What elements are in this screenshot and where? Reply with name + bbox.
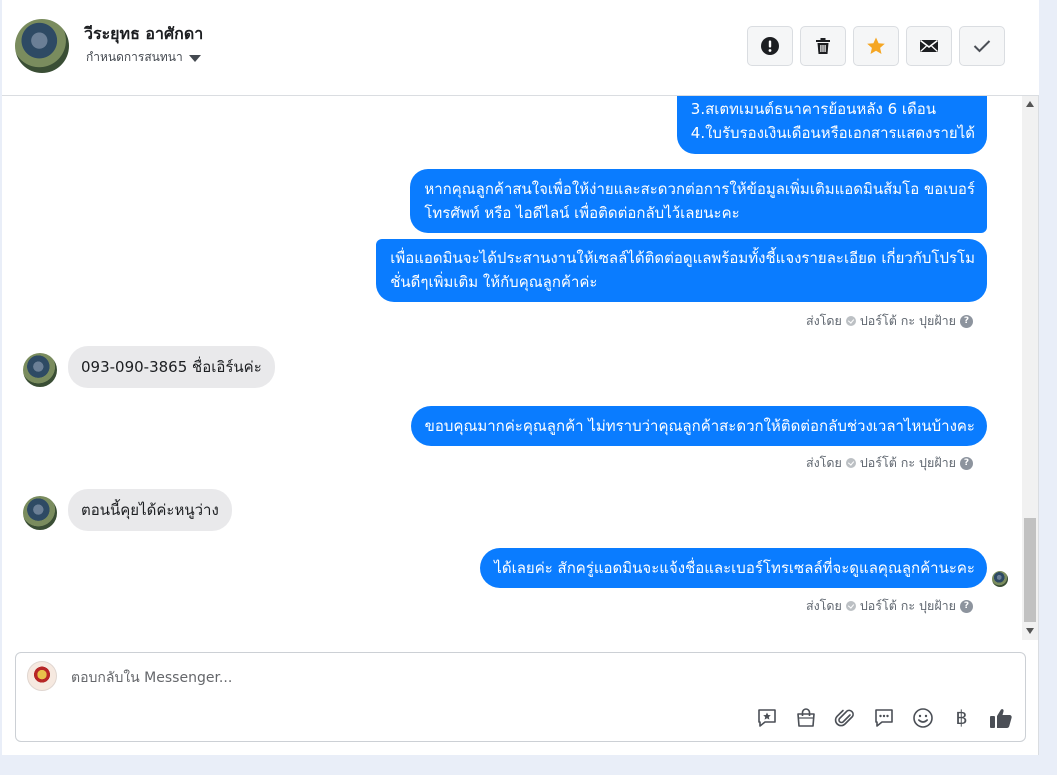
mark-spam-button[interactable] — [747, 26, 793, 66]
outgoing-message[interactable]: หากคุณลูกค้าสนใจเพื่อให้ง่ายและสะดวกต่อก… — [410, 169, 987, 233]
outgoing-message[interactable]: เพื่อแอดมินจะได้ประสานงานให้เซลล์ได้ติดต… — [376, 239, 987, 302]
baht-icon: ฿ — [955, 706, 968, 729]
check-icon — [973, 40, 991, 53]
chevron-down-icon — [188, 55, 201, 62]
star-icon — [867, 37, 885, 54]
delete-button[interactable] — [800, 26, 846, 66]
attach-button[interactable] — [832, 705, 857, 730]
outgoing-message[interactable]: ได้เลยค่ะ สักครู่แอดมินจะแจ้งชื่อและเบอร… — [480, 548, 987, 588]
scroll-down-arrow-icon[interactable] — [1026, 628, 1034, 634]
sent-by-prefix: ส่งโดย — [805, 598, 842, 613]
message-scrollbar[interactable] — [1022, 96, 1038, 640]
message-text-line: หากคุณลูกค้าสนใจเพื่อให้ง่ายและสะดวกต่อก… — [424, 180, 975, 198]
sent-check-icon — [845, 316, 856, 326]
mark-done-button[interactable] — [959, 26, 1005, 66]
incoming-message[interactable]: ตอนนี้คุยได้ค่ะหนูว่าง — [68, 489, 232, 531]
contact-name[interactable]: วีระยุทธ อาศักดา — [84, 22, 203, 47]
help-icon[interactable]: ? — [960, 456, 973, 470]
sent-by-name[interactable]: ปอร์โต้ กะ ปุยฝ้าย — [860, 453, 956, 473]
saved-reply-button[interactable] — [754, 705, 779, 730]
message-text-line: 4.ใบรับรองเงินเดือนหรือเอกสารแสดงรายได้ — [690, 124, 975, 142]
sent-by-name[interactable]: ปอร์โต้ กะ ปุยฝ้าย — [860, 596, 956, 616]
alert-icon — [761, 37, 779, 55]
page-avatar — [27, 661, 57, 691]
reply-input[interactable] — [71, 667, 971, 689]
reply-composer: ฿ — [15, 652, 1026, 742]
outgoing-message[interactable]: 3.สเตทเมนต์ธนาคารย้อนหลัง 6 เดือน 4.ใบรั… — [676, 96, 987, 154]
contact-avatar-small[interactable] — [23, 353, 57, 387]
sent-by-prefix: ส่งโดย — [805, 455, 842, 470]
scroll-up-arrow-icon[interactable] — [1026, 101, 1034, 107]
message-text-line: ชั่นดีๆเพิ่มเติม ให้กับคุณลูกค้าค่ะ — [390, 273, 598, 291]
quick-reply-button[interactable] — [871, 705, 896, 730]
shop-button[interactable] — [793, 705, 818, 730]
assign-conversation-dropdown[interactable]: กำหนดการสนทนา — [86, 48, 201, 67]
mark-unread-button[interactable] — [906, 26, 952, 66]
payment-button[interactable]: ฿ — [949, 705, 974, 730]
like-icon — [989, 708, 1012, 728]
help-icon[interactable]: ? — [960, 599, 973, 613]
assign-label: กำหนดการสนทนา — [86, 50, 183, 64]
chat-bubble-icon — [874, 708, 893, 727]
conversation-header: วีระยุทธ อาศักดา กำหนดการสนทนา — [2, 0, 1039, 96]
help-icon[interactable]: ? — [960, 314, 973, 328]
seen-avatar — [992, 571, 1008, 587]
sent-by-info: ส่งโดย ปอร์โต้ กะ ปุยฝ้าย ? — [806, 453, 973, 473]
message-text-line: เพื่อแอดมินจะได้ประสานงานให้เซลล์ได้ติดต… — [390, 249, 975, 267]
header-actions — [747, 26, 1005, 66]
star-button[interactable] — [853, 26, 899, 66]
message-text-line: 3.สเตทเมนต์ธนาคารย้อนหลัง 6 เดือน — [690, 100, 937, 118]
like-button[interactable] — [988, 705, 1013, 730]
sent-by-name[interactable]: ปอร์โต้ กะ ปุยฝ้าย — [860, 311, 956, 331]
scroll-thumb[interactable] — [1024, 518, 1036, 622]
envelope-icon — [920, 39, 938, 52]
sent-check-icon — [845, 458, 856, 468]
contact-avatar-small[interactable] — [23, 496, 57, 530]
sent-check-icon — [845, 601, 856, 611]
trash-icon — [816, 38, 830, 54]
outgoing-message[interactable]: ขอบคุณมากค่ะคุณลูกค้า ไม่ทราบว่าคุณลูกค้… — [410, 406, 987, 446]
sent-by-info: ส่งโดย ปอร์โต้ กะ ปุยฝ้าย ? — [806, 596, 973, 616]
sent-by-prefix: ส่งโดย — [805, 313, 842, 328]
saved-reply-icon — [757, 708, 776, 727]
attach-icon — [834, 709, 854, 726]
emoji-icon — [912, 707, 933, 728]
shop-bag-icon — [796, 707, 815, 727]
contact-avatar[interactable] — [15, 19, 69, 73]
message-list[interactable]: 3.สเตทเมนต์ธนาคารย้อนหลัง 6 เดือน 4.ใบรั… — [2, 96, 1022, 640]
sent-by-info: ส่งโดย ปอร์โต้ กะ ปุยฝ้าย ? — [806, 311, 973, 331]
conversation-panel: วีระยุทธ อาศักดา กำหนดการสนทนา 3.สเตทเมน… — [2, 0, 1039, 755]
incoming-message[interactable]: 093-090-3865 ชื่อเอิร์นค่ะ — [68, 346, 275, 388]
composer-toolbar: ฿ — [754, 705, 1013, 730]
emoji-button[interactable] — [910, 705, 935, 730]
message-text-line: โทรศัพท์ หรือ ไอดีไลน์ เพื่อติดต่อกลับไว… — [424, 204, 740, 222]
